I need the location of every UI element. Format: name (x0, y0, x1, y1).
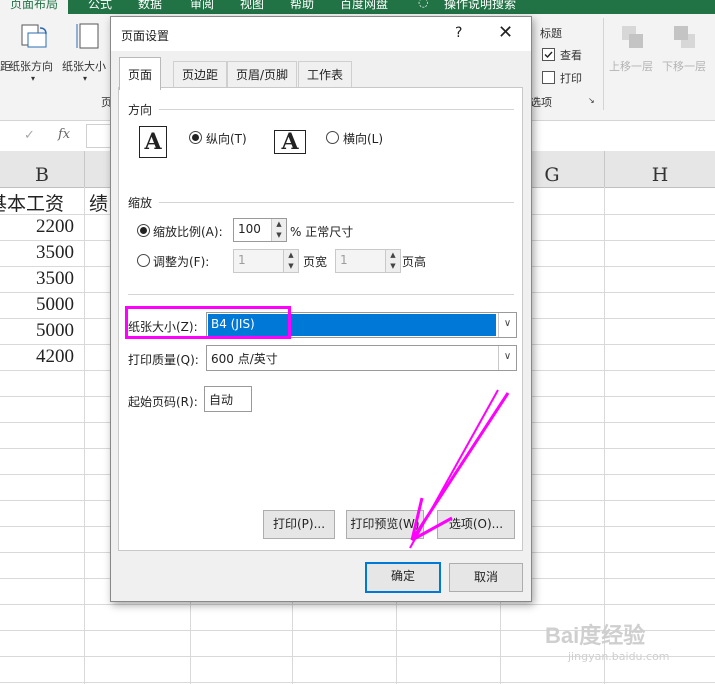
tab-page[interactable]: 页面 (119, 57, 162, 90)
annotation-arrow-icon (409, 389, 510, 549)
watermark-url: jingyan.baidu.com (568, 650, 670, 663)
watermark-brand: Bai度经验 (545, 623, 646, 648)
